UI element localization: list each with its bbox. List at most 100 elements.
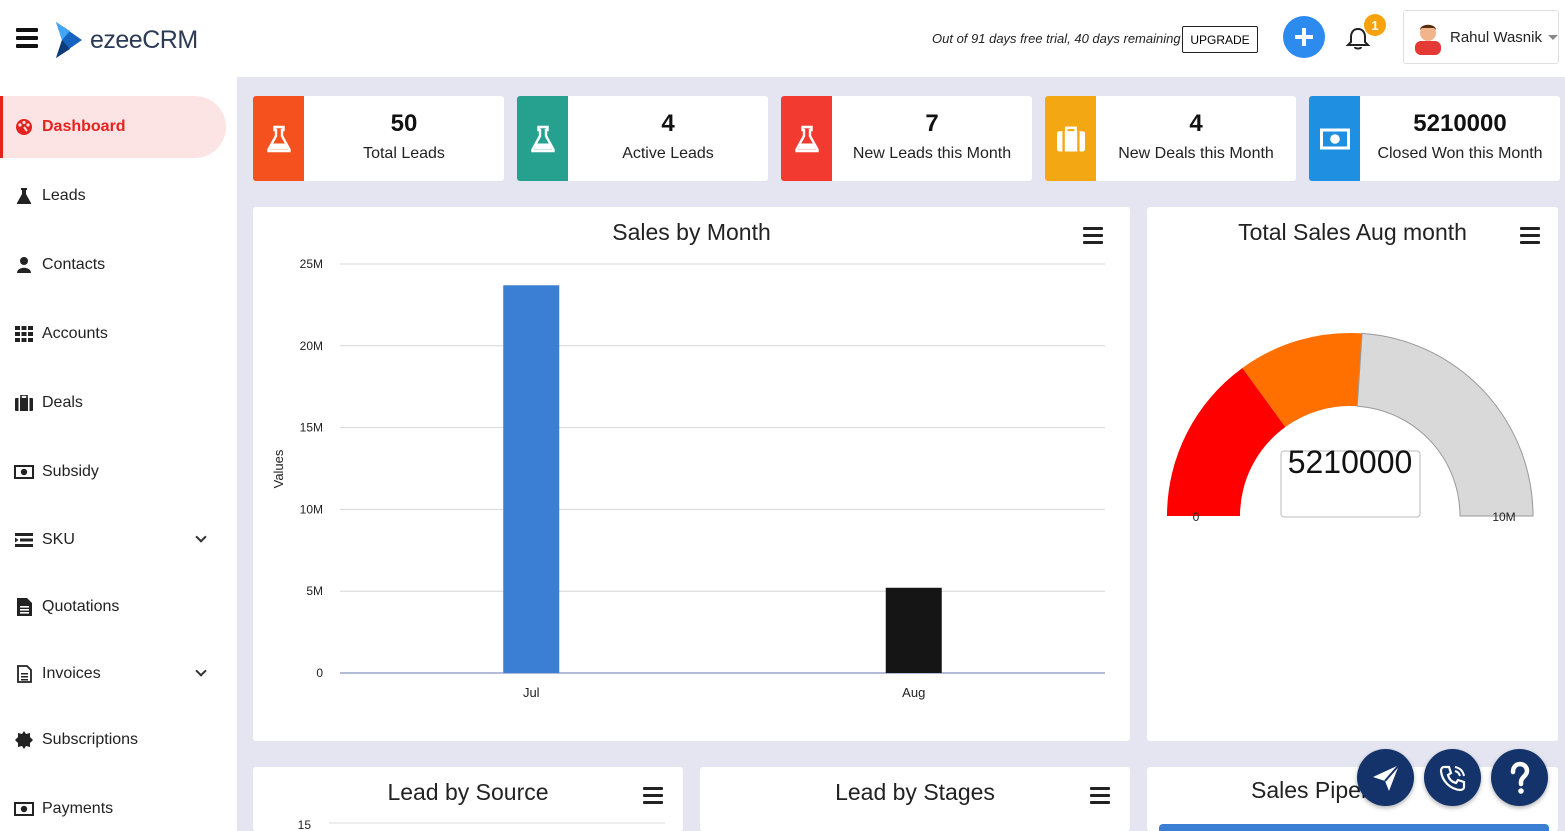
sidebar-item-label: Invoices	[42, 665, 101, 682]
palette-icon	[14, 117, 34, 137]
logo-mark-icon	[56, 22, 82, 58]
briefcase-icon	[14, 393, 34, 413]
lead-by-stages-panel: Lead by Stages	[700, 767, 1130, 831]
sidebar-item-subsidy[interactable]: Subsidy	[0, 441, 237, 503]
panel-title: Lead by Stages	[835, 779, 995, 805]
upgrade-button[interactable]: UPGRADE	[1182, 26, 1258, 53]
add-new-button[interactable]	[1283, 16, 1325, 58]
chevron-down-icon	[1547, 34, 1558, 40]
grid-icon	[14, 324, 34, 344]
y-tick-label: 15M	[300, 421, 323, 435]
pipeline-bar	[1159, 824, 1549, 831]
sidebar-item-label: Deals	[42, 394, 83, 411]
logo-text: ezeeCRM	[90, 25, 198, 54]
stat-card-closed-won-month[interactable]: 5210000 Closed Won this Month	[1309, 96, 1560, 181]
gauge-max-label: 10M	[1492, 510, 1515, 524]
sidebar-item-dashboard[interactable]: Dashboard	[0, 96, 226, 158]
question-icon	[1510, 761, 1529, 794]
paper-plane-icon	[1372, 763, 1400, 791]
stat-card-new-deals-month[interactable]: 4 New Deals this Month	[1045, 96, 1296, 181]
gauge-min-label: 0	[1193, 510, 1200, 524]
flask-icon	[794, 125, 819, 152]
sidebar-item-contacts[interactable]: Contacts	[0, 234, 237, 296]
sidebar-item-invoices[interactable]: Invoices	[0, 643, 237, 705]
call-button[interactable]	[1424, 749, 1481, 806]
x-tick-label: Aug	[902, 685, 925, 700]
y-axis-label: Values	[271, 449, 286, 488]
sidebar-item-subscriptions[interactable]: Subscriptions	[0, 709, 237, 771]
notification-badge: 1	[1364, 14, 1386, 36]
stat-label: Active Leads	[622, 145, 714, 162]
avatar	[1415, 24, 1441, 55]
stat-value: 7	[925, 110, 939, 137]
stat-value: 5210000	[1413, 110, 1507, 137]
sidebar-item-label: Payments	[42, 800, 114, 817]
invoice-icon	[14, 664, 34, 684]
money-icon	[1319, 128, 1350, 149]
sidebar-item-label: SKU	[42, 531, 75, 548]
sidebar: Dashboard Leads Contacts Accounts Deals …	[0, 77, 237, 831]
briefcase-icon	[1056, 126, 1085, 151]
sales-by-month-chart: Values 0 5M 10M 15M 20M 25M Jul Aug	[271, 257, 1105, 700]
stat-card-new-leads-month[interactable]: 7 New Leads this Month	[781, 96, 1032, 181]
sidebar-item-quotations[interactable]: Quotations	[0, 576, 237, 638]
total-sales-gauge: 5210000 0 10M	[1167, 332, 1534, 524]
money-icon	[14, 799, 34, 819]
sidebar-item-label: Accounts	[42, 325, 108, 342]
stat-card-total-leads[interactable]: 50 Total Leads	[253, 96, 504, 181]
lead-by-source-chart: 15	[298, 818, 665, 831]
sidebar-item-label: Contacts	[42, 256, 106, 273]
sidebar-item-label: Dashboard	[42, 118, 126, 135]
user-icon	[14, 255, 34, 275]
trial-status-text: Out of 91 days free trial, 40 days remai…	[932, 31, 1181, 46]
chart-menu-icon[interactable]	[1090, 787, 1110, 805]
badge-icon	[14, 730, 34, 750]
plus-icon	[1295, 28, 1313, 46]
stat-label: New Leads this Month	[852, 145, 1012, 162]
stat-card-active-leads[interactable]: 4 Active Leads	[517, 96, 768, 181]
sidebar-item-sku[interactable]: SKU	[0, 509, 237, 571]
phone-icon	[1439, 765, 1465, 791]
y-tick-label: 10M	[300, 502, 323, 516]
top-header: ezeeCRM Out of 91 days free trial, 40 da…	[0, 0, 1565, 77]
stat-label: New Deals this Month	[1118, 145, 1274, 162]
y-tick-label: 0	[316, 666, 323, 680]
sidebar-item-label: Leads	[42, 187, 86, 204]
chevron-down-icon[interactable]	[195, 665, 207, 677]
y-tick-label: 15	[298, 818, 312, 831]
user-name: Rahul Wasnik	[1450, 28, 1542, 46]
y-tick-label: 20M	[300, 339, 323, 353]
y-tick-label: 5M	[306, 584, 323, 598]
hamburger-menu-icon[interactable]	[16, 28, 38, 48]
stat-value: 50	[390, 110, 418, 137]
flask-icon	[530, 125, 555, 152]
help-button[interactable]	[1491, 749, 1548, 806]
list-icon	[14, 530, 34, 550]
app-logo[interactable]: ezeeCRM	[52, 20, 198, 60]
user-menu[interactable]: Rahul Wasnik	[1403, 10, 1559, 64]
stat-label: Closed Won this Month	[1377, 145, 1543, 162]
x-tick-label: Jul	[523, 685, 540, 700]
money-icon	[14, 462, 34, 482]
lead-by-source-panel: Lead by Source 15	[253, 767, 683, 831]
flask-icon	[266, 125, 291, 152]
bar-aug	[885, 587, 942, 673]
document-icon	[14, 597, 34, 617]
sidebar-item-payments[interactable]: Payments	[0, 778, 237, 831]
stat-value: 4	[661, 110, 675, 137]
chevron-down-icon[interactable]	[195, 531, 207, 543]
stat-value: 4	[1189, 110, 1203, 137]
sidebar-item-leads[interactable]: Leads	[0, 165, 237, 227]
sidebar-item-deals[interactable]: Deals	[0, 372, 237, 434]
flask-icon	[14, 186, 34, 206]
total-sales-panel: Total Sales Aug month 5210000 0 10M	[1147, 207, 1558, 741]
stat-label: Total Leads	[363, 145, 445, 162]
gauge-value-label: 5210000	[1288, 444, 1413, 480]
sales-by-month-panel: Sales by Month Values 0 5M 10M 15M 20M 25M Jul…	[253, 207, 1130, 741]
y-tick-label: 25M	[300, 257, 323, 271]
send-message-button[interactable]	[1357, 749, 1414, 806]
sidebar-item-label: Quotations	[42, 598, 120, 615]
sidebar-item-accounts[interactable]: Accounts	[0, 303, 237, 365]
sidebar-item-label: Subscriptions	[42, 731, 139, 748]
sidebar-item-label: Subsidy	[42, 463, 99, 480]
